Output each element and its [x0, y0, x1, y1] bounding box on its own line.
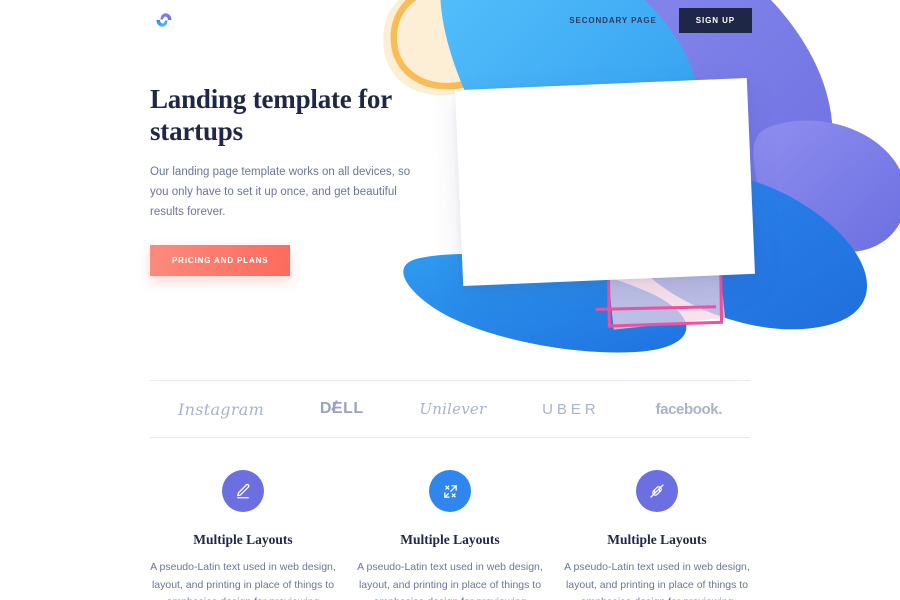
- hero-screenshot-card: [455, 77, 755, 287]
- feature-title: Multiple Layouts: [607, 532, 707, 547]
- broken-link-icon: [636, 470, 678, 512]
- feature-description: A pseudo-Latin text used in web design, …: [357, 561, 543, 600]
- hero-subtitle: Our landing page template works on all d…: [150, 166, 411, 218]
- hero-content: Landing template for startups Our landin…: [150, 84, 450, 277]
- brand-logo-unilever: Unilever: [419, 400, 487, 418]
- page-title: Landing template for startups: [150, 84, 392, 146]
- feature-list: Multiple Layouts A pseudo-Latin text use…: [150, 470, 750, 600]
- feature-card: Multiple Layouts A pseudo-Latin text use…: [357, 470, 543, 600]
- pricing-and-plans-button[interactable]: PRICING AND PLANS: [150, 245, 291, 277]
- signup-button[interactable]: SIGN UP: [678, 8, 752, 33]
- top-navigation: SECONDARY PAGE SIGN UP: [0, 0, 900, 42]
- expand-arrows-icon: [429, 470, 471, 512]
- feature-card: Multiple Layouts A pseudo-Latin text use…: [564, 470, 750, 600]
- brand-logo-icon[interactable]: [152, 8, 176, 32]
- brand-logo-dell: DELL: [320, 400, 364, 418]
- feature-title: Multiple Layouts: [400, 532, 500, 547]
- feature-card: Multiple Layouts A pseudo-Latin text use…: [150, 470, 336, 600]
- client-logo-strip: Instagram DELL Unilever UBER facebook.: [150, 380, 750, 438]
- feature-description: A pseudo-Latin text used in web design, …: [150, 561, 336, 600]
- brand-logo-facebook: facebook.: [655, 400, 723, 418]
- nav-link-secondary-page[interactable]: SECONDARY PAGE: [569, 16, 657, 25]
- brand-logo-instagram: Instagram: [178, 399, 265, 419]
- feature-description: A pseudo-Latin text used in web design, …: [564, 561, 750, 600]
- purple-tail-shape: [753, 120, 900, 253]
- nav-actions: SECONDARY PAGE SIGN UP: [569, 8, 752, 33]
- feature-title: Multiple Layouts: [193, 532, 293, 547]
- pencil-icon: [222, 470, 264, 512]
- landing-page: SECONDARY PAGE SIGN UP Landing template …: [0, 0, 900, 600]
- brand-logo-uber: UBER: [542, 400, 600, 418]
